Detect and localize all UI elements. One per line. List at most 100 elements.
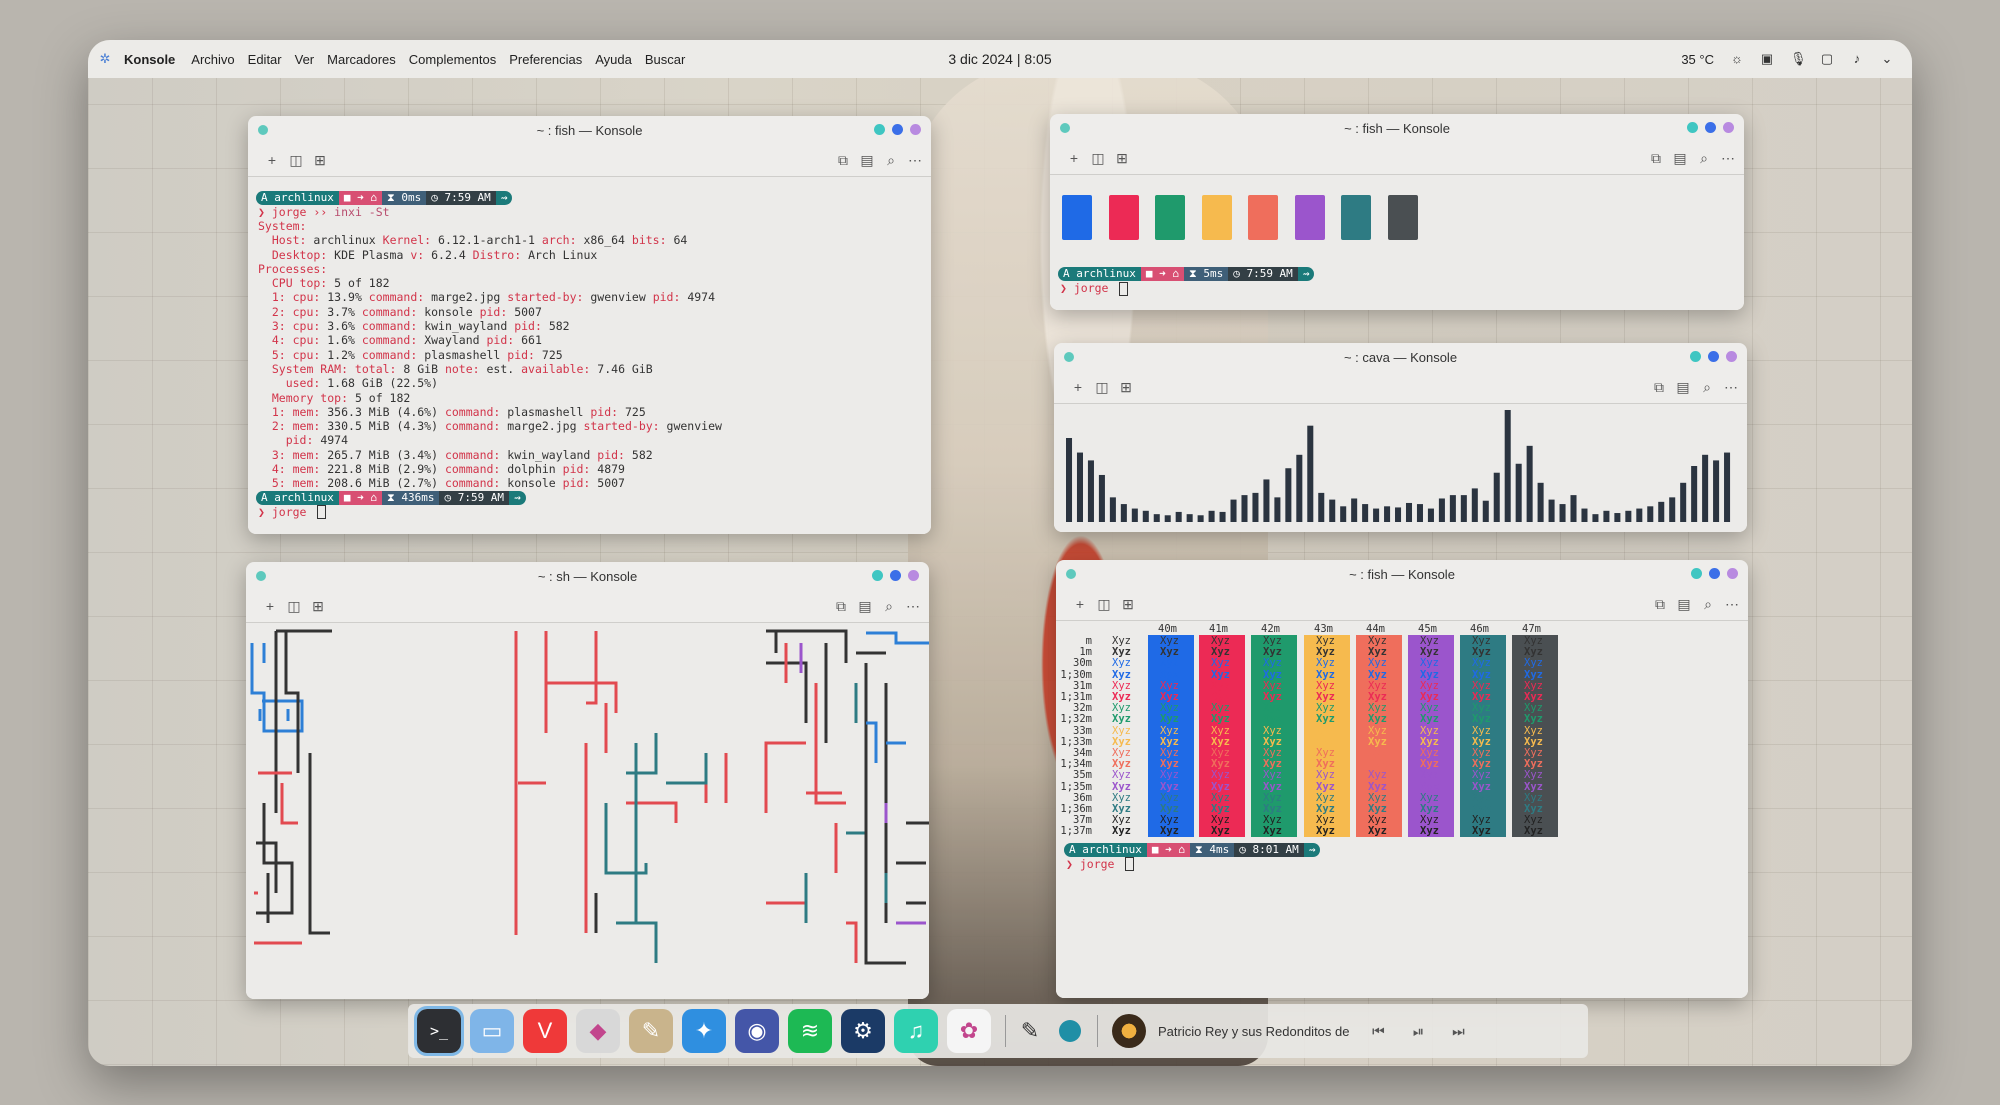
new-tab-icon[interactable]: + [260, 596, 280, 616]
music-app-icon[interactable]: ♫ [894, 1009, 938, 1053]
previous-track-icon[interactable]: ⏮ [1367, 1023, 1389, 1040]
search-icon[interactable]: ⌕ [881, 150, 901, 170]
close-button[interactable] [1726, 351, 1737, 362]
maximize-button[interactable] [1709, 568, 1720, 579]
more-icon[interactable]: ⋯ [1721, 377, 1741, 397]
search-icon[interactable]: ⌕ [1698, 594, 1718, 614]
menu-item-ayuda[interactable]: Ayuda [595, 52, 632, 67]
more-icon[interactable]: ⋯ [905, 150, 925, 170]
window-titlebar[interactable]: ~ : fish — Konsole [1050, 114, 1744, 142]
close-button[interactable] [908, 570, 919, 581]
display-icon[interactable]: ▢ [1820, 52, 1834, 66]
menu-item-marcadores[interactable]: Marcadores [327, 52, 396, 67]
menu-item-buscar[interactable]: Buscar [645, 52, 685, 67]
spotify-app-icon[interactable]: ≋ [788, 1009, 832, 1053]
layout-icon[interactable]: ⊞ [310, 150, 330, 170]
steam-app-icon[interactable]: ⚙ [841, 1009, 885, 1053]
paste-icon[interactable]: ▤ [1674, 594, 1694, 614]
more-icon[interactable]: ⋯ [903, 596, 923, 616]
microphone-icon[interactable]: 🎙 [1790, 52, 1807, 66]
layout-icon[interactable]: ⊞ [1118, 594, 1138, 614]
split-view-icon[interactable]: ◫ [286, 150, 306, 170]
window-pin-icon[interactable] [256, 571, 266, 581]
window-pin-icon[interactable] [258, 125, 268, 135]
terminal-area[interactable] [246, 623, 929, 999]
split-view-icon[interactable]: ◫ [284, 596, 304, 616]
terminal-area[interactable] [1054, 404, 1747, 532]
paste-icon[interactable]: ▤ [857, 150, 877, 170]
menu-item-preferencias[interactable]: Preferencias [509, 52, 582, 67]
close-button[interactable] [1727, 568, 1738, 579]
close-button[interactable] [910, 124, 921, 135]
konsole-window-pipes[interactable]: ~ : sh — Konsole + ◫ ⊞ ⧉ ▤ ⌕ ⋯ [246, 562, 929, 999]
window-pin-icon[interactable] [1066, 569, 1076, 579]
maximize-button[interactable] [1708, 351, 1719, 362]
vpn-app-icon[interactable]: ◉ [735, 1009, 779, 1053]
copy-icon[interactable]: ⧉ [833, 150, 853, 170]
konsole-window-cava[interactable]: ~ : cava — Konsole + ◫ ⊞ ⧉ ▤ ⌕ ⋯ [1054, 343, 1747, 532]
next-track-icon[interactable]: ⏭ [1447, 1023, 1469, 1040]
kdeconnect-app-icon[interactable]: ✦ [682, 1009, 726, 1053]
maximize-button[interactable] [890, 570, 901, 581]
more-icon[interactable]: ⋯ [1718, 148, 1738, 168]
minimize-button[interactable] [1687, 122, 1698, 133]
copy-icon[interactable]: ⧉ [831, 596, 851, 616]
brightness-icon[interactable]: ☼ [1730, 52, 1744, 66]
chevron-down-icon[interactable]: ⌄ [1880, 52, 1894, 66]
menu-item-archivo[interactable]: Archivo [191, 52, 234, 67]
vivaldi-app-icon[interactable]: V [523, 1009, 567, 1053]
photos-app-icon[interactable]: ✿ [947, 1009, 991, 1053]
minimize-button[interactable] [874, 124, 885, 135]
play-pause-icon[interactable]: ⏯ [1407, 1023, 1429, 1040]
app-name[interactable]: Konsole [124, 52, 175, 67]
konsole-window-colortable[interactable]: ~ : fish — Konsole + ◫ ⊞ ⧉ ▤ ⌕ ⋯ 40m 41m 42m 43m 44m… [1056, 560, 1748, 998]
menu-item-complementos[interactable]: Complementos [409, 52, 496, 67]
paste-icon[interactable]: ▤ [1673, 377, 1693, 397]
split-view-icon[interactable]: ◫ [1092, 377, 1112, 397]
inkscape-app-icon[interactable]: ◆ [576, 1009, 620, 1053]
split-view-icon[interactable]: ◫ [1088, 148, 1108, 168]
paste-icon[interactable]: ▤ [1670, 148, 1690, 168]
terminal-area[interactable]: 40m 41m 42m 43m 44m 45m 46m 47m m Xyz Xyz Xyz Xyz Xyz… [1056, 621, 1748, 998]
window-pin-icon[interactable] [1060, 123, 1070, 133]
new-tab-icon[interactable]: + [1064, 148, 1084, 168]
menu-item-editar[interactable]: Editar [248, 52, 282, 67]
search-icon[interactable]: ⌕ [1694, 148, 1714, 168]
maximize-button[interactable] [1705, 122, 1716, 133]
menu-item-ver[interactable]: Ver [295, 52, 315, 67]
gimp-app-icon[interactable]: ✎ [629, 1009, 673, 1053]
temperature[interactable]: 35 °C [1681, 52, 1714, 67]
copy-icon[interactable]: ⧉ [1649, 377, 1669, 397]
close-button[interactable] [1723, 122, 1734, 133]
split-view-icon[interactable]: ◫ [1094, 594, 1114, 614]
color-indicator-icon[interactable] [1059, 1020, 1081, 1042]
window-pin-icon[interactable] [1064, 352, 1074, 362]
app-launcher-icon[interactable]: ✲ [98, 52, 112, 66]
layout-icon[interactable]: ⊞ [1116, 377, 1136, 397]
minimize-button[interactable] [1690, 351, 1701, 362]
clipboard-icon[interactable]: ▣ [1760, 52, 1774, 66]
search-icon[interactable]: ⌕ [1697, 377, 1717, 397]
more-icon[interactable]: ⋯ [1722, 594, 1742, 614]
copy-icon[interactable]: ⧉ [1650, 594, 1670, 614]
window-titlebar[interactable]: ~ : sh — Konsole [246, 562, 929, 590]
minimize-button[interactable] [872, 570, 883, 581]
album-art[interactable] [1112, 1014, 1146, 1048]
layout-icon[interactable]: ⊞ [308, 596, 328, 616]
terminal-app-icon[interactable]: >_ [414, 1006, 464, 1056]
maximize-button[interactable] [892, 124, 903, 135]
window-titlebar[interactable]: ~ : fish — Konsole [1056, 560, 1748, 588]
copy-icon[interactable]: ⧉ [1646, 148, 1666, 168]
window-titlebar[interactable]: ~ : cava — Konsole [1054, 343, 1747, 371]
konsole-window-colors[interactable]: ~ : fish — Konsole + ◫ ⊞ ⧉ ▤ ⌕ ⋯ A archlinux ■ ➜ … [1050, 114, 1744, 310]
new-tab-icon[interactable]: + [262, 150, 282, 170]
terminal-area[interactable]: A archlinux ■ ➜ ⌂ ⧗ 0ms ◷ 7:59 AM ⇝ ❯ jorge ›… [248, 177, 931, 534]
search-icon[interactable]: ⌕ [879, 596, 899, 616]
terminal-area[interactable]: A archlinux ■ ➜ ⌂ ⧗ 5ms ◷ 7:59 AM ⇝ ❯ jorge [1050, 175, 1744, 310]
color-picker-icon[interactable]: ✎ [1015, 1009, 1045, 1053]
paste-icon[interactable]: ▤ [855, 596, 875, 616]
files-app-icon[interactable]: ▭ [470, 1009, 514, 1053]
new-tab-icon[interactable]: + [1068, 377, 1088, 397]
new-tab-icon[interactable]: + [1070, 594, 1090, 614]
layout-icon[interactable]: ⊞ [1112, 148, 1132, 168]
